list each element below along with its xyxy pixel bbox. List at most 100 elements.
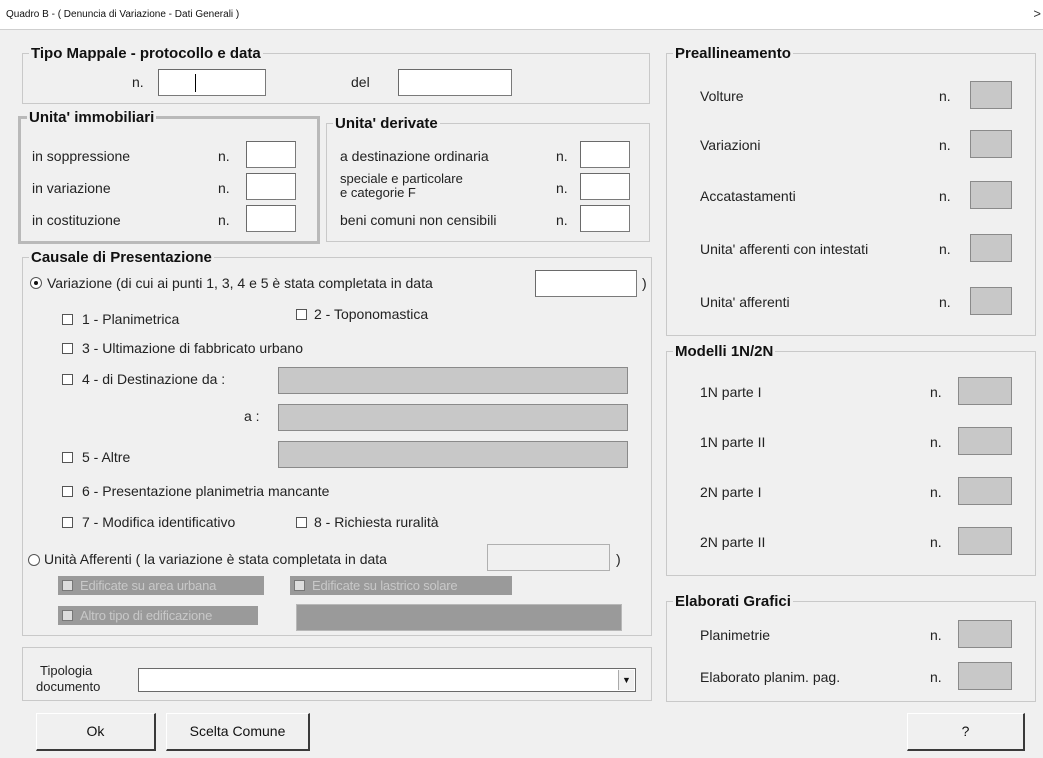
unita-afferenti-n-label: n. bbox=[939, 294, 951, 310]
categorie-f-label: e categorie F bbox=[340, 185, 416, 200]
afferenti-intestati-n-label: n. bbox=[939, 241, 951, 257]
ultimazione-label[interactable]: 3 - Ultimazione di fabbricato urbano bbox=[82, 340, 303, 356]
1n-parte-ii-field[interactable] bbox=[958, 427, 1012, 455]
in-soppressione-input[interactable] bbox=[246, 141, 296, 168]
modifica-identificativo-checkbox[interactable] bbox=[62, 517, 73, 528]
causale-legend: Causale di Presentazione bbox=[31, 249, 212, 266]
1n-parte-ii-label: 1N parte II bbox=[700, 434, 766, 450]
variazione-close-paren: ) bbox=[642, 275, 647, 291]
2n-parte-ii-n-label: n. bbox=[930, 534, 942, 550]
1n-parte-ii-n-label: n. bbox=[930, 434, 942, 450]
ultimazione-checkbox[interactable] bbox=[62, 343, 73, 354]
protocollo-number-input[interactable] bbox=[158, 69, 266, 96]
window-title: Quadro B - ( Denuncia di Variazione - Da… bbox=[6, 9, 240, 20]
destinazione-ordinaria-input[interactable] bbox=[580, 141, 630, 168]
in-variazione-n-label: n. bbox=[218, 180, 230, 196]
help-button[interactable]: ? bbox=[907, 713, 1025, 751]
2n-parte-i-label: 2N parte I bbox=[700, 484, 762, 500]
elaborato-planim-field[interactable] bbox=[958, 662, 1012, 690]
variazioni-field[interactable] bbox=[970, 130, 1012, 158]
tipo-mappale-n-label: n. bbox=[132, 74, 144, 90]
elaborato-planim-label: Elaborato planim. pag. bbox=[700, 669, 841, 685]
planimetria-mancante-label[interactable]: 6 - Presentazione planimetria mancante bbox=[82, 483, 329, 499]
speciale-n-label: n. bbox=[556, 180, 568, 196]
altro-tipo-option[interactable]: Altro tipo di edificazione bbox=[58, 606, 258, 625]
altro-tipo-field[interactable] bbox=[296, 604, 622, 631]
unita-immobiliari-legend: Unita' immobiliari bbox=[29, 109, 155, 126]
accatastamenti-field[interactable] bbox=[970, 181, 1012, 209]
unita-afferenti-radio-label[interactable]: Unità Afferenti ( la variazione è stata … bbox=[44, 551, 387, 567]
tipo-mappale-group: Tipo Mappale - protocollo e data bbox=[22, 46, 650, 104]
toponomastica-checkbox[interactable] bbox=[296, 309, 307, 320]
destinazione-a-label: a : bbox=[244, 408, 260, 424]
modifica-identificativo-label[interactable]: 7 - Modifica identificativo bbox=[82, 514, 235, 530]
2n-parte-i-n-label: n. bbox=[930, 484, 942, 500]
variazione-radio-label[interactable]: Variazione (di cui ai punti 1, 3, 4 e 5 … bbox=[47, 275, 433, 291]
destinazione-checkbox[interactable] bbox=[62, 374, 73, 385]
volture-field[interactable] bbox=[970, 81, 1012, 109]
altre-checkbox[interactable] bbox=[62, 452, 73, 463]
afferenti-intestati-label: Unita' afferenti con intestati bbox=[700, 241, 869, 257]
in-costituzione-n-label: n. bbox=[218, 212, 230, 228]
in-costituzione-input[interactable] bbox=[246, 205, 296, 232]
in-soppressione-label: in soppressione bbox=[32, 148, 131, 164]
scelta-comune-button[interactable]: Scelta Comune bbox=[166, 713, 310, 751]
elaborato-planim-n-label: n. bbox=[930, 669, 942, 685]
protocollo-date-input[interactable] bbox=[398, 69, 512, 96]
1n-parte-i-n-label: n. bbox=[930, 384, 942, 400]
afferenti-close-paren: ) bbox=[616, 551, 621, 567]
volture-label: Volture bbox=[700, 88, 744, 104]
toponomastica-label[interactable]: 2 - Toponomastica bbox=[314, 306, 428, 322]
afferenti-date-input[interactable] bbox=[487, 544, 610, 571]
tipologia-label-line1: Tipologia bbox=[40, 663, 93, 678]
unita-afferenti-label: Unita' afferenti bbox=[700, 294, 790, 310]
beni-comuni-n-label: n. bbox=[556, 212, 568, 228]
destinazione-da-label[interactable]: 4 - di Destinazione da : bbox=[82, 371, 225, 387]
edificate-area-urbana-option[interactable]: Edificate su area urbana bbox=[58, 576, 264, 595]
destinazione-da-field[interactable] bbox=[278, 367, 628, 394]
title-bar: Quadro B - ( Denuncia di Variazione - Da… bbox=[0, 0, 1043, 30]
variazione-date-input[interactable] bbox=[535, 270, 637, 297]
planimetrie-field[interactable] bbox=[958, 620, 1012, 648]
2n-parte-i-field[interactable] bbox=[958, 477, 1012, 505]
planimetria-mancante-checkbox[interactable] bbox=[62, 486, 73, 497]
close-icon[interactable]: > bbox=[1033, 6, 1041, 21]
edificate-area-urbana-checkbox[interactable] bbox=[62, 580, 73, 591]
beni-comuni-input[interactable] bbox=[580, 205, 630, 232]
planimetrica-checkbox[interactable] bbox=[62, 314, 73, 325]
destinazione-ordinaria-label: a destinazione ordinaria bbox=[340, 148, 489, 164]
ok-button[interactable]: Ok bbox=[36, 713, 156, 751]
edificate-lastrico-label: Edificate su lastrico solare bbox=[312, 578, 458, 593]
afferenti-intestati-field[interactable] bbox=[970, 234, 1012, 262]
in-costituzione-label: in costituzione bbox=[32, 212, 121, 228]
1n-parte-i-label: 1N parte I bbox=[700, 384, 762, 400]
planimetrica-label[interactable]: 1 - Planimetrica bbox=[82, 311, 179, 327]
in-variazione-input[interactable] bbox=[246, 173, 296, 200]
richiesta-ruralita-checkbox[interactable] bbox=[296, 517, 307, 528]
in-variazione-label: in variazione bbox=[32, 180, 111, 196]
elaborati-legend: Elaborati Grafici bbox=[675, 593, 791, 610]
destinazione-a-field[interactable] bbox=[278, 404, 628, 431]
tipologia-label-line2: documento bbox=[36, 679, 101, 694]
unita-afferenti-field[interactable] bbox=[970, 287, 1012, 315]
beni-comuni-label: beni comuni non censibili bbox=[340, 212, 497, 228]
2n-parte-ii-field[interactable] bbox=[958, 527, 1012, 555]
chevron-down-icon[interactable]: ▼ bbox=[618, 670, 634, 690]
variazione-radio[interactable] bbox=[30, 277, 42, 289]
accatastamenti-n-label: n. bbox=[939, 188, 951, 204]
unita-afferenti-radio[interactable] bbox=[28, 554, 40, 566]
speciale-particolare-input[interactable] bbox=[580, 173, 630, 200]
2n-parte-ii-label: 2N parte II bbox=[700, 534, 766, 550]
speciale-particolare-label: speciale e particolare bbox=[340, 171, 463, 186]
accatastamenti-label: Accatastamenti bbox=[700, 188, 796, 204]
tipologia-documento-select[interactable]: ▼ bbox=[138, 668, 636, 692]
1n-parte-i-field[interactable] bbox=[958, 377, 1012, 405]
edificate-lastrico-checkbox[interactable] bbox=[294, 580, 305, 591]
preallineamento-legend: Preallineamento bbox=[675, 45, 791, 62]
planimetrie-label: Planimetrie bbox=[700, 627, 771, 643]
edificate-lastrico-option[interactable]: Edificate su lastrico solare bbox=[290, 576, 512, 595]
altre-field[interactable] bbox=[278, 441, 628, 468]
altre-label[interactable]: 5 - Altre bbox=[82, 449, 130, 465]
altro-tipo-checkbox[interactable] bbox=[62, 610, 73, 621]
richiesta-ruralita-label[interactable]: 8 - Richiesta ruralità bbox=[314, 514, 439, 530]
